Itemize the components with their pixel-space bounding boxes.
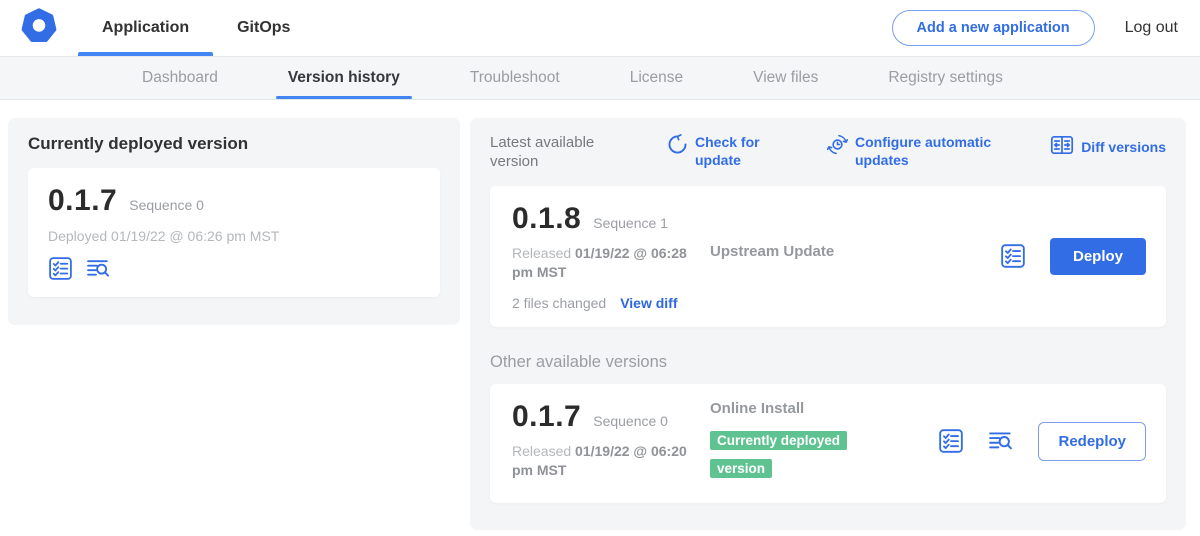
refresh-icon xyxy=(667,134,688,160)
check-for-update-action[interactable]: Check for update xyxy=(667,134,769,169)
other-available-versions-title: Other available versions xyxy=(490,353,1166,372)
other-source-label: Online Install xyxy=(710,400,804,417)
diff-versions-label: Diff versions xyxy=(1081,139,1166,157)
subnav-tab-view-files[interactable]: View files xyxy=(741,57,830,99)
redeploy-button[interactable]: Redeploy xyxy=(1038,422,1146,461)
deploy-logs-icon[interactable] xyxy=(988,428,1014,454)
add-new-application-button[interactable]: Add a new application xyxy=(892,10,1095,46)
diff-versions-icon xyxy=(1050,134,1074,161)
tab-application-label: Application xyxy=(102,19,189,37)
deployed-version-number: 0.1.7 xyxy=(48,184,117,218)
deployed-date-text: Deployed 01/19/22 @ 06:26 pm MST xyxy=(48,228,420,244)
tab-gitops[interactable]: GitOps xyxy=(213,0,314,56)
preflight-checklist-icon[interactable] xyxy=(48,256,73,281)
preflight-checklist-icon[interactable] xyxy=(938,428,964,454)
deploy-logs-icon[interactable] xyxy=(86,256,111,281)
configure-automatic-updates-action[interactable]: Configure automatic updates xyxy=(827,134,1005,169)
other-version-number: 0.1.7 xyxy=(512,400,581,434)
tab-application[interactable]: Application xyxy=(78,0,213,56)
currently-deployed-title: Currently deployed version xyxy=(28,134,440,154)
latest-version-number: 0.1.8 xyxy=(512,202,581,236)
deployed-version-card: 0.1.7 Sequence 0 Deployed 01/19/22 @ 06:… xyxy=(28,168,440,297)
app-logo-heptagon-icon xyxy=(21,8,57,49)
version-history-page: Application GitOps Add a new application… xyxy=(0,0,1200,536)
subnav-tab-version-history[interactable]: Version history xyxy=(276,57,412,99)
other-released-text: Released 01/19/22 @ 06:20 pm MST xyxy=(512,442,710,481)
deployed-sequence-label: Sequence 0 xyxy=(129,197,204,213)
auto-update-clock-icon xyxy=(827,134,848,160)
subnav-tab-license[interactable]: License xyxy=(618,57,695,99)
diff-versions-action[interactable]: Diff versions xyxy=(1050,134,1166,161)
other-version-card: 0.1.7 Sequence 0 Released 01/19/22 @ 06:… xyxy=(490,384,1166,503)
subnav-tab-troubleshoot[interactable]: Troubleshoot xyxy=(458,57,572,99)
latest-available-title: Latest available version xyxy=(490,134,616,172)
subnav-tab-registry-settings[interactable]: Registry settings xyxy=(876,57,1015,99)
logout-link[interactable]: Log out xyxy=(1125,19,1178,37)
currently-deployed-badge: Currently deployed version xyxy=(710,431,847,478)
currently-deployed-panel: Currently deployed version 0.1.7 Sequenc… xyxy=(8,118,460,325)
check-for-update-label: Check for update xyxy=(695,134,769,169)
top-navbar: Application GitOps Add a new application… xyxy=(0,0,1200,57)
latest-released-text: Released 01/19/22 @ 06:28 pm MST xyxy=(512,244,710,283)
available-versions-header: Latest available version Check for updat… xyxy=(490,134,1166,172)
deploy-button[interactable]: Deploy xyxy=(1050,238,1146,275)
files-changed-text: 2 files changed xyxy=(512,295,606,311)
view-diff-link[interactable]: View diff xyxy=(620,295,677,311)
latest-sequence-label: Sequence 1 xyxy=(593,215,668,231)
latest-source-label: Upstream Update xyxy=(710,243,834,260)
configure-automatic-updates-label: Configure automatic updates xyxy=(855,134,1005,169)
preflight-checklist-icon[interactable] xyxy=(1000,243,1026,269)
other-sequence-label: Sequence 0 xyxy=(593,413,668,429)
app-subnav: Dashboard Version history Troubleshoot L… xyxy=(0,57,1200,100)
subnav-tab-dashboard[interactable]: Dashboard xyxy=(130,57,230,99)
latest-version-card: 0.1.8 Sequence 1 Released 01/19/22 @ 06:… xyxy=(490,186,1166,327)
topbar-right: Add a new application Log out xyxy=(892,0,1200,56)
tab-gitops-label: GitOps xyxy=(237,19,290,37)
top-tabs: Application GitOps xyxy=(78,0,314,56)
available-versions-panel: Latest available version Check for updat… xyxy=(470,118,1186,530)
app-logo[interactable] xyxy=(0,0,78,56)
